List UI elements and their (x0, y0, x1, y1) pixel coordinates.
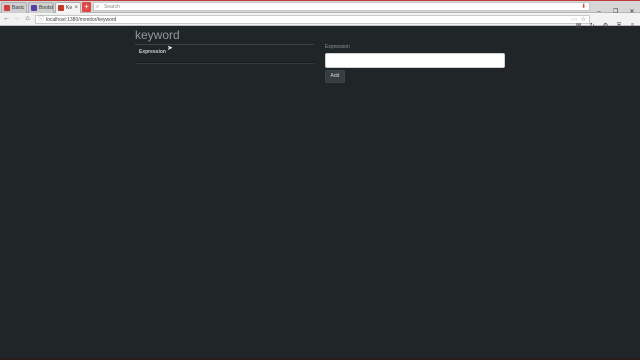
sync-icon[interactable]: ↻ (588, 21, 597, 32)
favicon-icon (58, 5, 64, 11)
tab-keyword[interactable]: Ke × (55, 2, 81, 13)
tab-label: Basic (12, 5, 25, 11)
expression-label: Expression (325, 44, 350, 50)
tab-bootstrap[interactable]: Bootst (28, 2, 54, 13)
forward-icon[interactable]: → (12, 14, 21, 24)
tab-basic[interactable]: Basic (1, 2, 27, 13)
tab-bar-accent (0, 0, 640, 1)
window-controls: – ❐ ✕ (593, 0, 638, 15)
column-header-expression: Expression (139, 49, 166, 55)
expressions-table: Expression (135, 44, 314, 63)
expression-input[interactable] (325, 53, 505, 68)
browser-tab-bar: Basic Bootst Ke × + ⌕ Search ⬇ – ❐ ✕ (0, 0, 640, 15)
add-button[interactable]: Add (325, 70, 345, 83)
close-tab-icon[interactable]: × (74, 3, 78, 13)
info-icon: ⓘ (38, 17, 45, 23)
browser-search-box[interactable]: ⌕ Search ⬇ (93, 2, 590, 11)
address-bar[interactable]: ⓘ localhost:1380/monitor/keyword ⋯ ☆ (35, 15, 590, 24)
page-title: keyword (135, 28, 180, 42)
search-placeholder: Search (104, 4, 120, 10)
favicon-icon (4, 5, 10, 11)
back-icon[interactable]: ← (2, 14, 11, 24)
library-icon[interactable]: ▤ (574, 21, 583, 32)
menu-icon[interactable]: ≡ (628, 21, 637, 32)
tab-label: Ke (66, 5, 73, 11)
shield-icon[interactable]: ⛨ (615, 21, 624, 32)
download-icon[interactable]: ⬇ (581, 3, 586, 11)
url-text: localhost:1380/monitor/keyword (46, 17, 117, 23)
tab-label: Bootst (39, 5, 54, 11)
add-expression-form: Expression Add (325, 44, 505, 83)
search-icon: ⌕ (96, 4, 100, 10)
favicon-icon (31, 5, 37, 11)
toolbar-icons: ▤ ↻ ⚙ ⛨ ≡ (574, 14, 637, 29)
extension-icon[interactable]: ⚙ (601, 21, 610, 32)
new-tab-button[interactable]: + (82, 2, 91, 12)
mouse-cursor-icon: ➤ (167, 45, 173, 52)
home-icon[interactable]: ⌂ (23, 14, 32, 24)
browser-nav-bar: ← → ⌂ ⓘ localhost:1380/monitor/keyword ⋯… (0, 13, 640, 29)
table-divider (135, 62, 314, 63)
